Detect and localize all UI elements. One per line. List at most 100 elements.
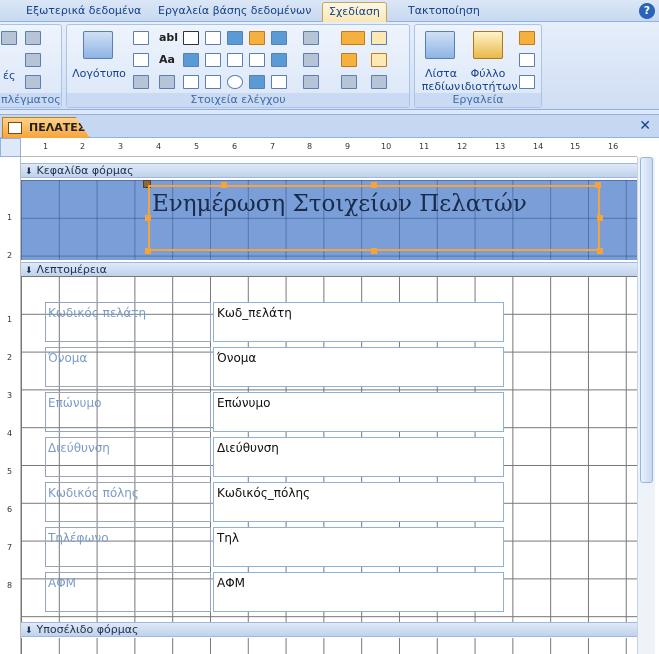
field-label[interactable]: Όνομα [45, 347, 211, 387]
fill-color-icon[interactable] [303, 75, 319, 89]
field-textbox[interactable]: Τηλ [213, 527, 504, 567]
close-icon[interactable]: ✕ [639, 118, 651, 134]
ruler-number: 16 [608, 142, 619, 151]
document-tab-customers[interactable]: ΠΕΛΑΤΕΣ [2, 117, 90, 138]
section-label: Υποσέλιδο φόρμας [36, 623, 139, 636]
combo-box-icon[interactable] [249, 53, 265, 67]
ruler-number: 15 [570, 142, 581, 151]
option-group-icon[interactable] [205, 75, 221, 89]
field-label[interactable]: Τηλέφωνο [45, 527, 211, 567]
resize-handle[interactable] [221, 182, 227, 188]
ruler-number: 4 [156, 142, 162, 151]
button-control-icon[interactable] [183, 53, 199, 67]
subform-icon[interactable] [271, 31, 287, 45]
convert-macros-icon[interactable] [519, 75, 535, 89]
ruler-number: 1 [43, 142, 49, 151]
resize-handle[interactable] [597, 215, 603, 221]
ruler-number: 7 [7, 543, 13, 552]
bound-object-icon[interactable] [271, 75, 287, 89]
tab-external-data[interactable]: Εξωτερικά δεδομένα [20, 2, 147, 22]
gridlines-group-label: πλέγματος [0, 93, 61, 107]
ruler-number: 8 [307, 142, 313, 151]
ruler-number: 5 [7, 467, 13, 476]
checkbox-icon[interactable] [227, 53, 243, 67]
view-code-icon[interactable] [519, 53, 535, 67]
resize-handle[interactable] [595, 182, 601, 188]
tab-arrange[interactable]: Τακτοποίηση [402, 2, 486, 22]
align-icon[interactable] [303, 31, 319, 45]
special-effect-icon[interactable] [341, 75, 357, 89]
line-thickness-icon[interactable] [341, 31, 365, 45]
label-control-icon[interactable]: Aa [159, 53, 175, 66]
hyperlink-icon[interactable] [371, 75, 387, 89]
ruler-number: 2 [7, 251, 13, 260]
field-textbox[interactable]: Επώνυμο [213, 392, 504, 432]
section-label: Λεπτομέρεια [36, 263, 107, 276]
date-time-icon[interactable] [133, 31, 149, 45]
vertical-ruler: 1 2 1 2 3 4 5 6 7 8 [0, 157, 21, 654]
title-icon[interactable] [133, 75, 149, 89]
ruler-number: 2 [80, 142, 86, 151]
line-icon[interactable] [183, 31, 199, 45]
use-wizards-icon[interactable] [341, 53, 357, 67]
insert-activex-icon[interactable] [371, 53, 387, 67]
field-textbox[interactable]: Διεύθυνση [213, 437, 504, 477]
field-label[interactable]: Κωδικός πόλης [45, 482, 211, 522]
section-bar-form-footer[interactable]: ⬇ Υποσέλιδο φόρμας [21, 622, 637, 637]
gridlines-icon[interactable] [1, 31, 17, 45]
scrollbar-thumb[interactable] [640, 157, 653, 483]
resize-handle[interactable] [371, 182, 377, 188]
resize-handle[interactable] [597, 248, 603, 254]
unbound-object-icon[interactable] [271, 53, 287, 67]
field-textbox[interactable]: Κωδικός_πόλης [213, 482, 504, 522]
ruler-number: 13 [495, 142, 506, 151]
field-label[interactable]: Διεύθυνση [45, 437, 211, 477]
toggle-button-icon[interactable] [205, 31, 221, 45]
ruler-number: 10 [381, 142, 392, 151]
vertical-scrollbar[interactable] [637, 157, 655, 654]
tools-group: Λίστα πεδίων Φύλλο ιδιοτήτων Εργαλεία [414, 24, 542, 108]
tab-design[interactable]: Σχεδίαση [322, 2, 387, 22]
field-textbox[interactable]: Κωδ_πελάτη [213, 302, 504, 342]
help-icon[interactable]: ? [639, 3, 655, 19]
gridlines-group: ές πλέγματος [0, 24, 62, 108]
select-pointer-icon[interactable] [371, 31, 387, 45]
line-width-icon[interactable] [25, 53, 41, 67]
field-textbox[interactable]: Όνομα [213, 347, 504, 387]
logo-icon[interactable] [83, 31, 113, 59]
chart-icon[interactable] [249, 31, 265, 45]
text-box-icon[interactable]: abl [159, 31, 178, 44]
rectangle-icon[interactable] [205, 53, 221, 67]
logo-button-label[interactable]: Λογότυπο [71, 67, 127, 80]
image-icon[interactable] [249, 75, 265, 89]
property-sheet-button-label[interactable]: Φύλλο ιδιοτήτων [461, 67, 517, 93]
field-label[interactable]: Κωδικός πελάτη [45, 302, 211, 342]
field-label[interactable]: ΑΦΜ [45, 572, 211, 612]
ruler-number: 3 [118, 142, 124, 151]
resize-handle[interactable] [145, 215, 151, 221]
resize-handle[interactable] [145, 248, 151, 254]
field-label[interactable]: Επώνυμο [45, 392, 211, 432]
field-list-button-label[interactable]: Λίστα πεδίων [417, 67, 465, 93]
ruler-number: 4 [7, 429, 13, 438]
section-bar-detail[interactable]: ⬇ Λεπτομέρεια [21, 262, 637, 277]
property-sheet-icon[interactable] [473, 31, 503, 59]
list-box-icon[interactable] [159, 75, 175, 89]
line-style-icon[interactable] [25, 31, 41, 45]
code-icon[interactable] [519, 31, 535, 45]
section-bar-form-header[interactable]: ⬇ Κεφαλίδα φόρμας [21, 163, 637, 178]
form-selector[interactable] [0, 138, 21, 157]
tab-control-icon[interactable] [227, 31, 243, 45]
field-list-icon[interactable] [425, 31, 455, 59]
page-break-icon[interactable] [183, 75, 199, 89]
page-number-icon[interactable] [133, 53, 149, 67]
document-tab-label: ΠΕΛΑΤΕΣ [29, 121, 86, 134]
line-color-icon[interactable] [25, 75, 41, 89]
tab-database-tools[interactable]: Εργαλεία βάσης δεδομένων [152, 2, 317, 22]
option-button-icon[interactable] [227, 75, 243, 89]
form-title-label[interactable]: Ενημέρωση Στοιχείων Πελατών [148, 185, 600, 251]
line-type-icon[interactable] [303, 53, 319, 67]
resize-handle[interactable] [371, 248, 377, 254]
form-footer-area[interactable] [21, 638, 637, 654]
field-textbox[interactable]: ΑΦΜ [213, 572, 504, 612]
